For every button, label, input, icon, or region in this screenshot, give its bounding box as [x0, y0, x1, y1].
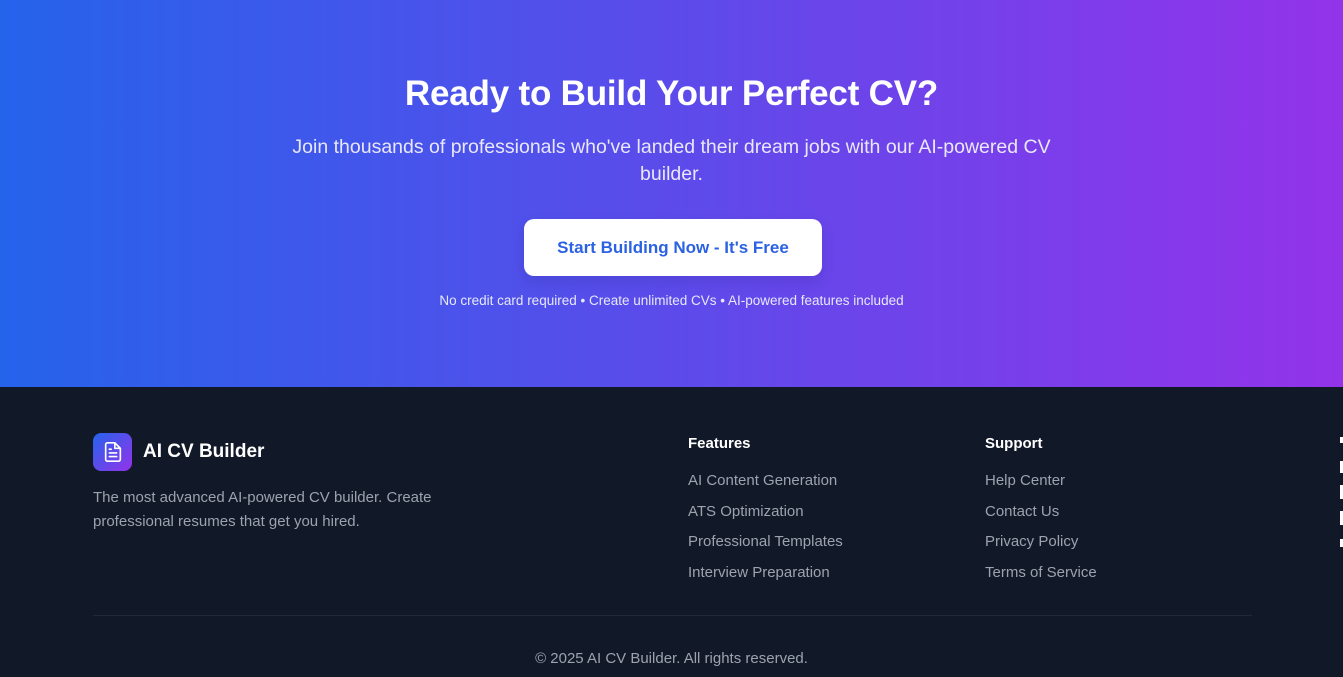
support-heading: Support [985, 435, 1043, 452]
brand-description: The most advanced AI-powered CV builder.… [93, 489, 432, 530]
cta-note: No credit card required • Create unlimit… [439, 293, 904, 308]
cta-section: Ready to Build Your Perfect CV? Join tho… [0, 0, 1343, 387]
footer-link-professional-templates[interactable]: Professional Templates [688, 532, 843, 563]
footer-link-ai-content-generation[interactable]: AI Content Generation [688, 471, 843, 502]
cta-subtitle: Join thousands of professionals who've l… [292, 136, 1051, 185]
start-building-button[interactable]: Start Building Now - It's Free [524, 219, 822, 276]
footer-link-interview-preparation[interactable]: Interview Preparation [688, 563, 843, 594]
footer-divider [93, 615, 1252, 616]
brand-name: AI CV Builder [143, 441, 265, 462]
cta-title: Ready to Build Your Perfect CV? [404, 74, 939, 113]
footer-link-help-center[interactable]: Help Center [985, 471, 1097, 502]
footer-link-terms-of-service[interactable]: Terms of Service [985, 563, 1097, 594]
footer-link-privacy-policy[interactable]: Privacy Policy [985, 532, 1097, 563]
document-icon [93, 433, 132, 471]
features-column: Features AI Content Generation ATS Optim… [688, 434, 843, 593]
features-heading: Features [688, 435, 751, 452]
support-links: Help Center Contact Us Privacy Policy Te… [985, 471, 1097, 593]
copyright-text: © 2025 AI CV Builder. All rights reserve… [535, 650, 808, 667]
support-column: Support Help Center Contact Us Privacy P… [985, 434, 1097, 593]
features-links: AI Content Generation ATS Optimization P… [688, 471, 843, 593]
footer-link-contact-us[interactable]: Contact Us [985, 502, 1097, 533]
site-footer: AI CV Builder The most advanced AI-power… [0, 387, 1343, 677]
footer-brand[interactable]: AI CV Builder [93, 433, 264, 471]
footer-link-ats-optimization[interactable]: ATS Optimization [688, 502, 843, 533]
